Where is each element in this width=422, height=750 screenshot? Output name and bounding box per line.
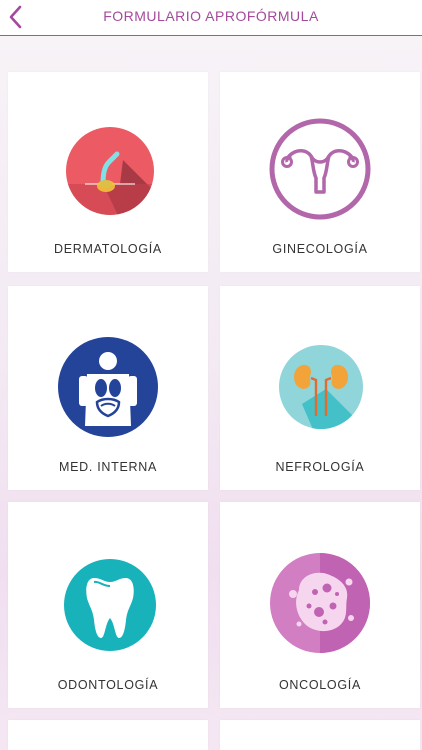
- page-title: FORMULARIO APROFÓRMULA: [103, 8, 319, 24]
- specialty-label: NEFROLOGÍA: [275, 460, 365, 474]
- specialty-label: MED. INTERNA: [59, 460, 157, 474]
- tooth-icon: [64, 559, 156, 651]
- specialty-card-nephrology[interactable]: NEFROLOGÍA: [220, 286, 420, 490]
- uterus-icon: [269, 118, 371, 220]
- specialty-label: DERMATOLOGÍA: [54, 242, 162, 256]
- specialty-card-internal-medicine[interactable]: MED. INTERNA: [8, 286, 208, 490]
- specialty-label: ODONTOLOGÍA: [57, 678, 159, 692]
- hair-follicle-icon: [66, 127, 154, 215]
- specialty-card-partial[interactable]: [8, 720, 208, 750]
- specialty-label: ONCOLOGÍA: [278, 678, 361, 692]
- specialty-card-dentistry[interactable]: ODONTOLOGÍA: [8, 502, 208, 708]
- app-header: FORMULARIO APROFÓRMULA: [0, 0, 422, 36]
- body-organs-icon: [58, 337, 158, 437]
- specialty-card-dermatology[interactable]: DERMATOLOGÍA: [8, 72, 208, 272]
- kidneys-icon: [279, 345, 363, 429]
- specialty-card-gynecology[interactable]: GINECOLOGÍA: [220, 72, 420, 272]
- cancer-cell-icon: [270, 553, 370, 653]
- specialty-card-oncology[interactable]: ONCOLOGÍA: [220, 502, 420, 708]
- specialty-label: GINECOLOGÍA: [272, 242, 368, 256]
- specialty-card-partial[interactable]: [220, 720, 420, 750]
